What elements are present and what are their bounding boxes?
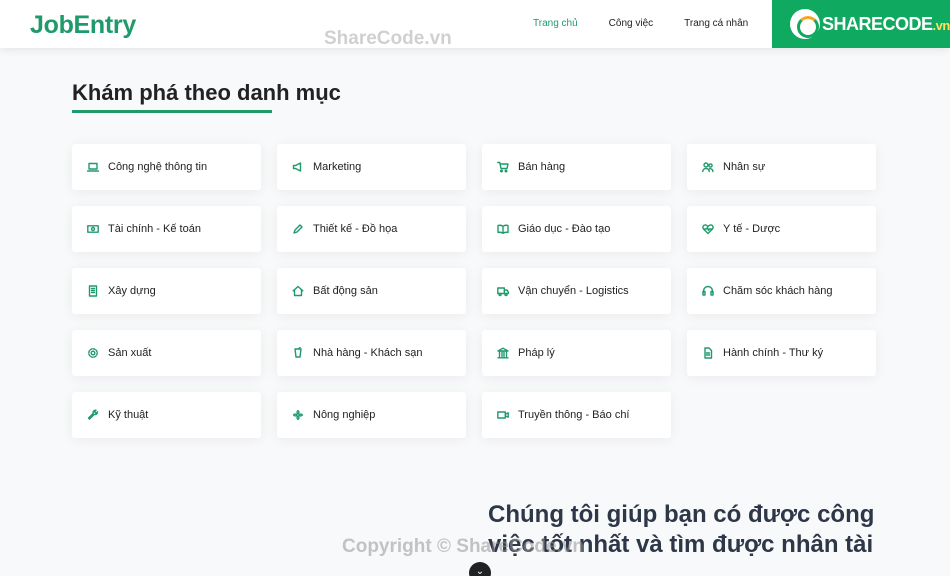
category-label: Y tế - Dược — [723, 223, 781, 235]
category-label: Hành chính - Thư ký — [723, 347, 824, 359]
category-label: Bán hàng — [518, 161, 566, 173]
category-label: Xây dựng — [108, 285, 156, 297]
watermark-top: ShareCode.vn — [324, 28, 452, 49]
truck-icon — [497, 285, 509, 297]
brand-logo[interactable]: JobEntry — [30, 11, 136, 40]
users-icon — [702, 161, 714, 173]
category-card[interactable]: Tài chính - Kế toán — [72, 206, 261, 252]
chevron-down-icon: ⌄ — [475, 566, 485, 576]
badge-main-text: SHARECODE — [822, 13, 933, 34]
nav-link-profile[interactable]: Trang cá nhân — [684, 18, 748, 29]
document-icon — [702, 347, 714, 359]
category-label: Nhân sự — [723, 161, 766, 173]
category-card[interactable]: Pháp lý — [482, 330, 671, 376]
watermark-bottom: Copyright © ShareCode.vn — [342, 536, 585, 557]
category-card[interactable]: Nông nghiệp — [277, 392, 466, 438]
category-card[interactable]: Sản xuất — [72, 330, 261, 376]
category-card[interactable]: Marketing — [277, 144, 466, 190]
category-label: Bất động sản — [313, 285, 378, 297]
sharecode-logo-icon — [790, 9, 820, 39]
category-label: Truyền thông - Báo chí — [518, 409, 630, 421]
nav-links: Trang chủ Công việc Trang cá nhân — [533, 18, 779, 29]
category-card[interactable]: Công nghệ thông tin — [72, 144, 261, 190]
section-title: Khám phá theo danh mục — [72, 80, 341, 105]
category-card[interactable]: Truyền thông - Báo chí — [482, 392, 671, 438]
category-card[interactable]: Giáo dục - Đào tạo — [482, 206, 671, 252]
category-label: Chăm sóc khách hàng — [723, 285, 833, 297]
cart-icon — [497, 161, 509, 173]
category-label: Giáo dục - Đào tạo — [518, 223, 611, 235]
category-card[interactable]: Chăm sóc khách hàng — [687, 268, 876, 314]
book-icon — [497, 223, 509, 235]
category-card[interactable]: Nhà hàng - Khách sạn — [277, 330, 466, 376]
category-label: Tài chính - Kế toán — [108, 223, 201, 235]
category-label: Marketing — [313, 161, 362, 173]
gear-icon — [87, 347, 99, 359]
category-label: Nhà hàng - Khách sạn — [313, 347, 423, 359]
video-icon — [497, 409, 509, 421]
category-card[interactable]: Kỹ thuật — [72, 392, 261, 438]
nav-link-home[interactable]: Trang chủ — [533, 18, 578, 29]
flower-icon — [292, 409, 304, 421]
category-card[interactable]: Thiết kế - Đồ họa — [277, 206, 466, 252]
category-label: Sản xuất — [108, 347, 152, 359]
pen-icon — [292, 223, 304, 235]
title-underline — [72, 110, 272, 113]
category-label: Kỹ thuật — [108, 409, 149, 421]
category-card[interactable]: Y tế - Dược — [687, 206, 876, 252]
cup-icon — [292, 347, 304, 359]
nav-link-jobs[interactable]: Công việc — [609, 18, 653, 29]
building-icon — [87, 285, 99, 297]
category-label: Vận chuyển - Logistics — [518, 285, 629, 297]
megaphone-icon — [292, 161, 304, 173]
money-icon — [87, 223, 99, 235]
wrench-icon — [87, 409, 99, 421]
badge-suffix-text: .vn — [932, 17, 950, 33]
category-card[interactable]: Hành chính - Thư ký — [687, 330, 876, 376]
category-card[interactable]: Xây dựng — [72, 268, 261, 314]
heart-pulse-icon — [702, 223, 714, 235]
laptop-icon — [87, 161, 99, 173]
category-card[interactable]: Nhân sự — [687, 144, 876, 190]
category-card[interactable]: Vận chuyển - Logistics — [482, 268, 671, 314]
category-card[interactable]: Bán hàng — [482, 144, 671, 190]
home-icon — [292, 285, 304, 297]
headset-icon — [702, 285, 714, 297]
category-label: Pháp lý — [518, 347, 555, 359]
sharecode-badge: SHARECODE.vn — [772, 0, 950, 48]
category-label: Nông nghiệp — [313, 409, 376, 421]
category-label: Công nghệ thông tin — [108, 161, 208, 173]
category-card[interactable]: Bất động sản — [277, 268, 466, 314]
category-label: Thiết kế - Đồ họa — [313, 223, 398, 235]
courthouse-icon — [497, 347, 509, 359]
scroll-down-button[interactable]: ⌄ — [469, 562, 491, 576]
navbar: JobEntry ShareCode.vn Trang chủ Công việ… — [0, 0, 950, 49]
